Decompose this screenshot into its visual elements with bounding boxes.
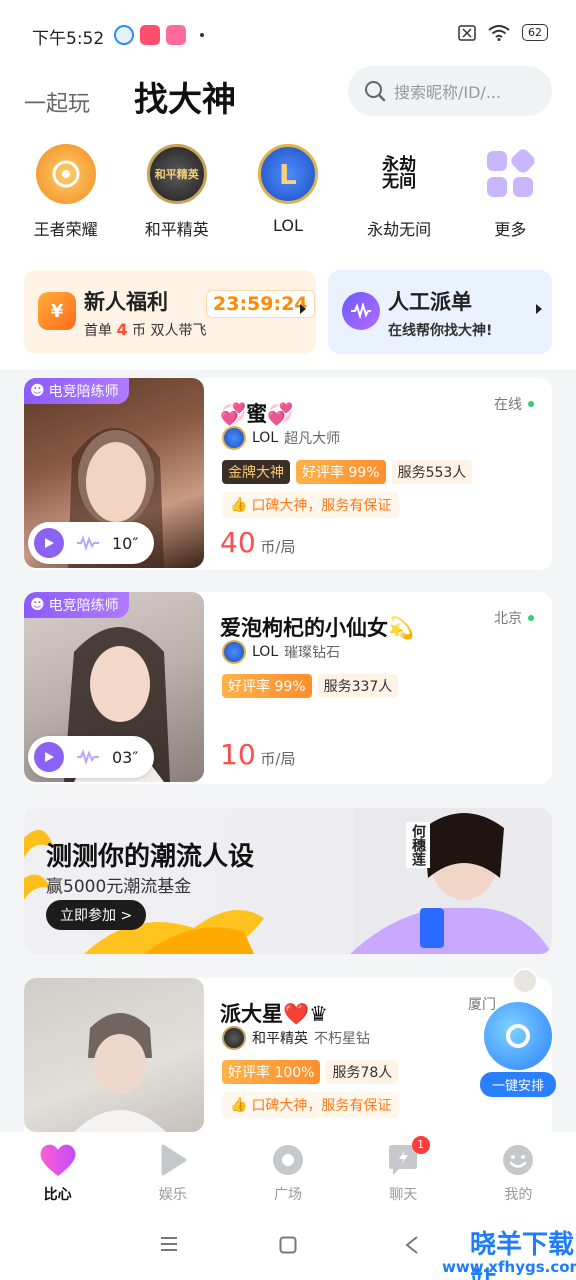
sim-off-icon <box>458 24 476 41</box>
voice-intro-button[interactable]: 03″ <box>28 736 154 778</box>
quick-arrange-button[interactable]: 一键安排 <box>480 968 556 1097</box>
manual-dispatch-card[interactable]: 人工派单 在线帮你找大神! <box>328 270 552 354</box>
coupon-icon: ¥ <box>38 292 76 330</box>
voice-intro-button[interactable]: 10″ <box>28 522 154 564</box>
join-now-button[interactable]: 立即参加 > <box>46 900 147 930</box>
play-icon <box>161 1144 187 1176</box>
waveform-icon <box>77 749 99 765</box>
bottom-nav: 比心 娱乐 广场 1 聊天 我的 <box>0 1132 576 1212</box>
mini-avatar <box>512 968 538 994</box>
nav-entertainment[interactable]: 娱乐 <box>115 1132 230 1212</box>
naraka-icon: 永劫 无间 <box>369 144 430 204</box>
online-dot <box>528 401 534 407</box>
tag-served: 服务553人 <box>391 460 473 484</box>
game-peace-elite[interactable]: 和平精英 和平精英 <box>127 144 227 260</box>
tag-served: 服务337人 <box>317 674 399 698</box>
search-placeholder: 搜索昵称/ID/... <box>394 83 502 102</box>
waveform-icon <box>77 535 99 551</box>
app-notification-icon <box>166 25 186 45</box>
thumbs-up-icon: 👍 <box>230 497 248 513</box>
game-category-row: 王者荣耀 和平精英 和平精英 L LOL 永劫 无间 永劫无间 更多 <box>0 130 576 260</box>
countdown-timer: 23:59:24 <box>206 290 315 318</box>
lol-icon: L <box>257 144 318 204</box>
player-game: LOL 超凡大师 <box>222 426 340 450</box>
tab-find-master[interactable]: 找大神 <box>134 72 236 121</box>
player-tags: 好评率 99% 服务337人 <box>222 674 399 698</box>
player-card[interactable]: 派大星❤️♛ 厦门 和平精英 不朽星钻 好评率 100% 服务78人 👍 口碑大神，… <box>24 978 552 1132</box>
player-tags: 金牌大神 好评率 99% 服务553人 <box>222 460 473 484</box>
player-game: LOL 璀璨钻石 <box>222 640 340 664</box>
home-icon[interactable] <box>279 1236 297 1254</box>
player-tags: 好评率 100% 服务78人 <box>222 1060 399 1084</box>
top-header: 一起玩 找大神 搜索昵称/ID/... <box>0 60 576 130</box>
tag-rating: 好评率 99% <box>296 460 386 484</box>
status-time: 下午5:52 <box>32 29 105 49</box>
back-icon[interactable] <box>404 1236 420 1254</box>
circle-icon <box>273 1145 303 1175</box>
online-dot <box>528 615 534 621</box>
tag-rating: 好评率 100% <box>222 1060 321 1084</box>
player-game: 和平精英 不朽星钻 <box>222 1026 370 1050</box>
trend-quiz-banner[interactable]: 测测你的潮流人设 赢5000元潮流基金 立即参加 > 何穗莲 <box>24 808 552 954</box>
wifi-icon <box>488 24 510 41</box>
unread-badge: 1 <box>411 1136 430 1154</box>
player-price: 40 币/局 <box>220 526 296 559</box>
banner-star-name: 何穗莲 <box>406 822 430 868</box>
banner-subtitle: 赢5000元潮流基金 <box>46 877 192 897</box>
play-icon <box>34 742 64 772</box>
battery-icon: 62 <box>522 24 548 41</box>
heart-icon <box>40 1144 76 1176</box>
lol-icon <box>222 640 246 664</box>
player-location: 北京 <box>494 608 534 628</box>
game-lol[interactable]: L LOL <box>238 144 338 260</box>
chevron-right-icon <box>536 304 542 314</box>
tag-gold-master: 金牌大神 <box>222 460 290 484</box>
trust-label: 👍 口碑大神，服务有保证 <box>222 492 400 518</box>
player-card[interactable]: ☻ 电竞陪练师 10″ 💞蜜💞 在线 LOL 超凡大师 金牌大神 好评率 99% 服… <box>24 378 552 570</box>
game-honor-of-kings[interactable]: 王者荣耀 <box>16 144 116 260</box>
player-name: 💞蜜💞 <box>220 402 294 426</box>
player-name: 爱泡枸杞的小仙女💫 <box>220 616 415 640</box>
player-status: 在线 <box>494 394 534 414</box>
app-notification-icon <box>140 25 160 45</box>
tab-play-together[interactable]: 一起玩 <box>24 86 90 118</box>
honor-of-kings-icon <box>35 144 96 204</box>
chevron-right-icon <box>300 304 306 314</box>
more-grid-icon <box>480 144 540 204</box>
banner-title: 测测你的潮流人设 <box>46 842 255 872</box>
watermark-url: www.xfhygs.com <box>442 1258 576 1276</box>
game-more[interactable]: 更多 <box>460 144 560 260</box>
player-name: 派大星❤️♛ <box>220 1002 328 1026</box>
player-card[interactable]: ☻ 电竞陪练师 03″ 爱泡枸杞的小仙女💫 北京 LOL 璀璨钻石 好评率 99% … <box>24 592 552 784</box>
badge-face-icon: ☻ <box>30 383 45 399</box>
waveform-icon <box>342 292 380 330</box>
badge-face-icon: ☻ <box>30 597 45 613</box>
game-naraka[interactable]: 永劫 无间 永劫无间 <box>349 144 449 260</box>
search-input[interactable]: 搜索昵称/ID/... <box>348 66 552 116</box>
peace-elite-icon: 和平精英 <box>146 144 207 204</box>
player-photo: ☻ 电竞陪练师 03″ <box>24 592 204 782</box>
menu-icon[interactable] <box>160 1236 178 1252</box>
trust-label: 👍 口碑大神，服务有保证 <box>222 1092 400 1118</box>
player-price: 10 币/局 <box>220 738 296 771</box>
peace-elite-icon <box>222 1026 246 1050</box>
nav-bixin[interactable]: 比心 <box>0 1132 115 1212</box>
player-photo: ☻ 电竞陪练师 10″ <box>24 378 204 568</box>
nav-square[interactable]: 广场 <box>230 1132 345 1212</box>
search-icon <box>365 81 386 102</box>
nav-chat[interactable]: 1 聊天 <box>346 1132 461 1212</box>
newbie-benefit-card[interactable]: ¥ 新人福利 23:59:24 首单 4 币 双人带飞 <box>24 270 316 354</box>
more-notifications-dot <box>200 33 204 37</box>
thumbs-up-icon: 👍 <box>230 1097 248 1113</box>
lol-icon <box>222 426 246 450</box>
face-icon <box>503 1145 534 1175</box>
play-icon <box>34 528 64 558</box>
app-notification-icon <box>114 25 134 45</box>
coach-badge: ☻ 电竞陪练师 <box>24 378 129 404</box>
coach-badge: ☻ 电竞陪练师 <box>24 592 129 618</box>
tag-rating: 好评率 99% <box>222 674 312 698</box>
tag-served: 服务78人 <box>326 1060 399 1084</box>
nav-me[interactable]: 我的 <box>461 1132 576 1212</box>
player-photo <box>24 978 204 1132</box>
